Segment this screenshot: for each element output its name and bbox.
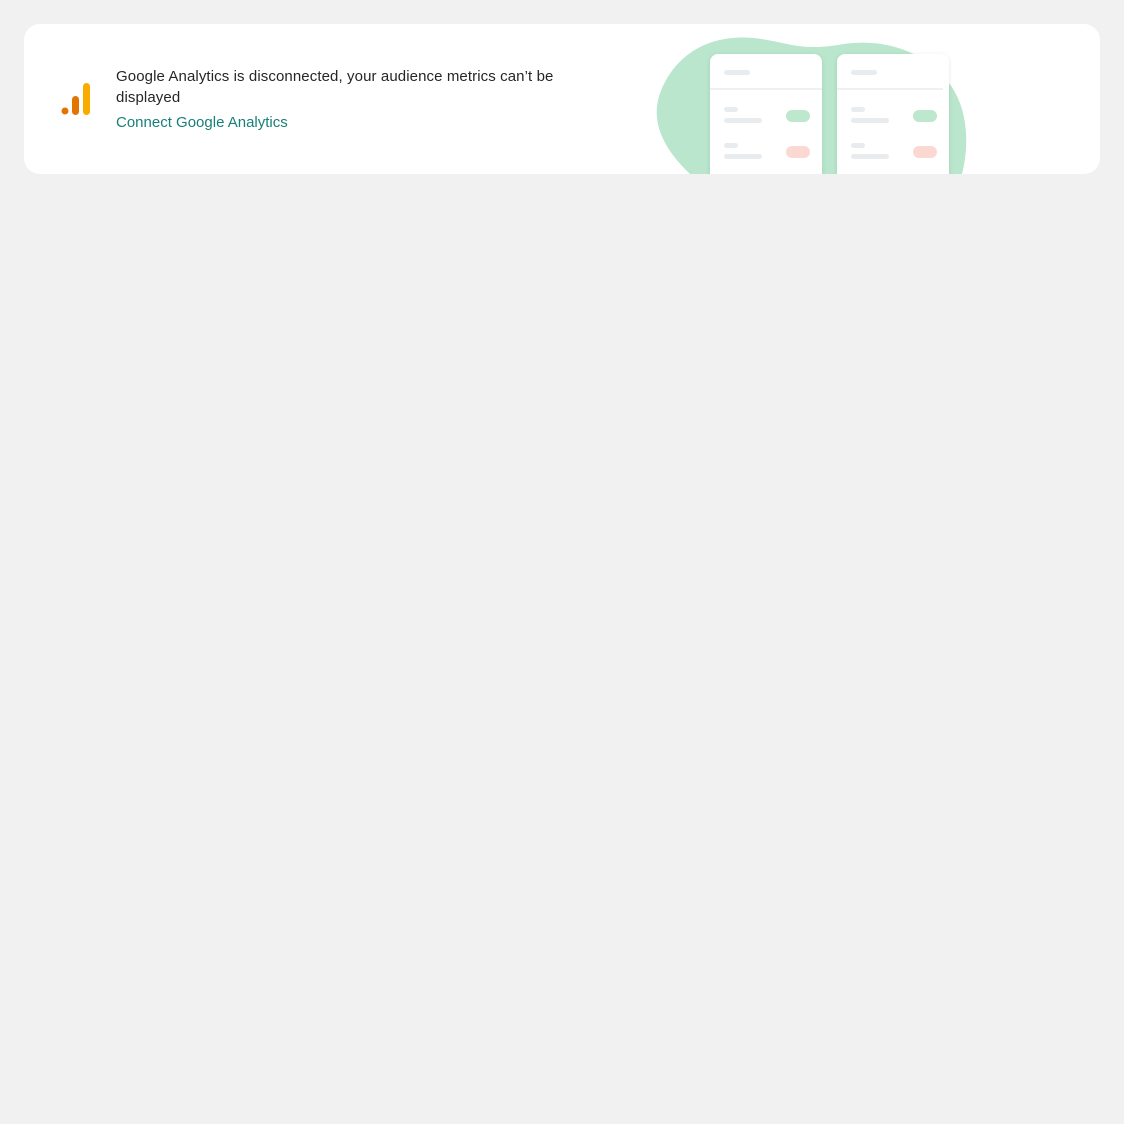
positive-badge: [913, 110, 937, 122]
ga-disconnected-banner: Google Analytics is disconnected, your a…: [24, 24, 1100, 174]
metrics-cards-illustration: [656, 37, 967, 174]
google-analytics-icon: [61, 83, 90, 115]
connect-google-analytics-link[interactable]: Connect Google Analytics: [116, 113, 288, 133]
positive-badge: [786, 110, 810, 122]
negative-badge: [786, 146, 810, 158]
negative-badge: [913, 146, 937, 158]
disconnected-message: Google Analytics is disconnected, your a…: [116, 68, 554, 106]
